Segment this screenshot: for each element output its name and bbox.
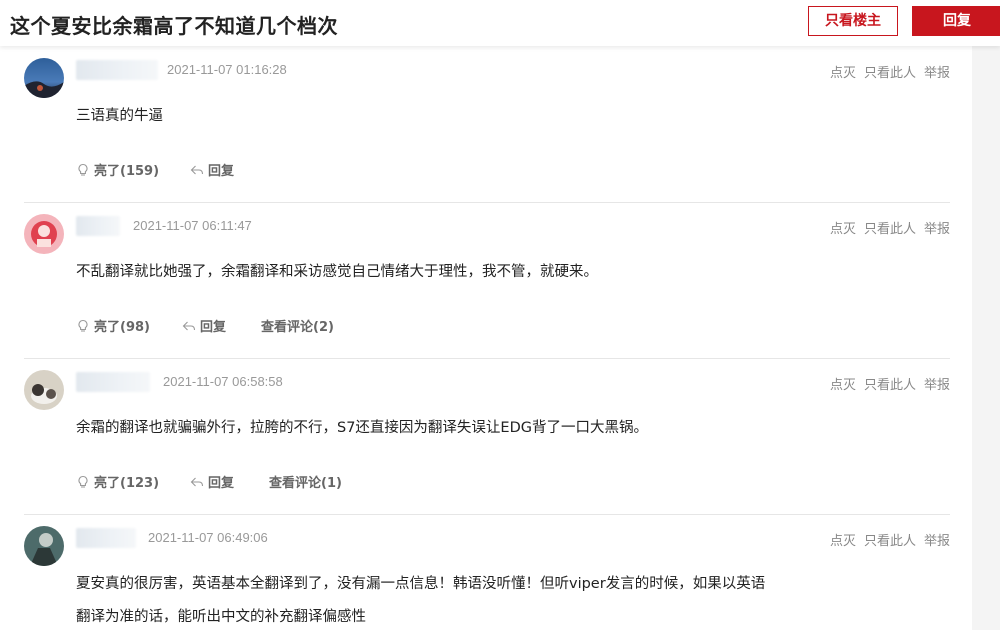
- reply-button[interactable]: 回复: [912, 6, 1000, 36]
- report-link[interactable]: 举报: [924, 534, 950, 549]
- reply-arrow-icon: [190, 477, 204, 487]
- post-content: 夏安真的很厉害，英语基本全翻译到了，没有漏一点信息！韩语没听懂！但听viper发…: [76, 568, 765, 630]
- thread-header: 这个夏安比余霜高了不知道几个档次 只看楼主 回复: [0, 0, 1000, 46]
- thread-title: 这个夏安比余霜高了不知道几个档次: [10, 14, 338, 38]
- username-redacted[interactable]: [76, 528, 136, 548]
- post-time: 2021-11-07 01:16:28: [167, 62, 287, 77]
- lightbulb-icon: [78, 163, 88, 176]
- post-content-line: 翻译为准的话，能听出中文的补充翻译偏感性: [76, 609, 366, 625]
- like-count: 亮了(98): [94, 320, 150, 335]
- post-actions: 点灭 只看此人 举报: [822, 374, 950, 393]
- post-time: 2021-11-07 06:58:58: [163, 374, 283, 389]
- lightbulb-icon: [78, 475, 88, 488]
- post-time: 2021-11-07 06:49:06: [148, 530, 268, 545]
- post-time: 2021-11-07 06:11:47: [133, 218, 252, 233]
- like-count: 亮了(159): [94, 164, 160, 179]
- post-actions: 点灭 只看此人 举报: [822, 62, 950, 81]
- post-divider: [24, 358, 950, 359]
- dislike-link[interactable]: 点灭: [830, 66, 856, 81]
- post-actions: 点灭 只看此人 举报: [822, 530, 950, 549]
- post-content: 余霜的翻译也就骗骗外行，拉胯的不行，S7还直接因为翻译失误让EDG背了一口大黑锅…: [76, 412, 648, 445]
- only-this-user-link[interactable]: 只看此人: [864, 534, 916, 549]
- post-actions: 点灭 只看此人 举报: [822, 218, 950, 237]
- like-count: 亮了(123): [94, 476, 160, 491]
- post-item: 2021-11-07 06:58:58 点灭 只看此人 举报 余霜的翻译也就骗骗外行…: [24, 370, 950, 515]
- reply-link[interactable]: 回复: [190, 472, 234, 491]
- dislike-link[interactable]: 点灭: [830, 378, 856, 393]
- post-content-line: 不乱翻译就比她强了，余霜翻译和采访感觉自己情绪大于理性，我不管，就硬来。: [76, 264, 598, 280]
- report-link[interactable]: 举报: [924, 66, 950, 81]
- avatar[interactable]: [24, 370, 64, 410]
- avatar[interactable]: [24, 58, 64, 98]
- view-comments-link[interactable]: 查看评论(2): [261, 316, 334, 335]
- reply-link[interactable]: 回复: [190, 160, 234, 179]
- only-this-user-link[interactable]: 只看此人: [864, 66, 916, 81]
- post-divider: [24, 514, 950, 515]
- post-item: 2021-11-07 06:49:06 点灭 只看此人 举报 夏安真的很厉害，英语基…: [24, 526, 950, 630]
- username-redacted[interactable]: [76, 216, 120, 236]
- dislike-link[interactable]: 点灭: [830, 222, 856, 237]
- report-link[interactable]: 举报: [924, 222, 950, 237]
- like-button[interactable]: 亮了(123): [76, 472, 159, 491]
- reply-arrow-icon: [182, 321, 196, 331]
- post-content-line: 三语真的牛逼: [76, 108, 163, 124]
- username-redacted[interactable]: [76, 372, 150, 392]
- avatar[interactable]: [24, 214, 64, 254]
- post-content: 不乱翻译就比她强了，余霜翻译和采访感觉自己情绪大于理性，我不管，就硬来。: [76, 256, 598, 289]
- post-divider: [24, 202, 950, 203]
- post-content-line: 夏安真的很厉害，英语基本全翻译到了，没有漏一点信息！韩语没听懂！但听viper发…: [76, 576, 766, 592]
- scrollbar-track[interactable]: [972, 46, 1000, 630]
- reply-label: 回复: [208, 476, 235, 491]
- report-link[interactable]: 举报: [924, 378, 950, 393]
- post-content-line: 余霜的翻译也就骗骗外行，拉胯的不行，S7还直接因为翻译失误让EDG背了一口大黑锅…: [76, 420, 648, 436]
- post-item: 2021-11-07 06:11:47 点灭 只看此人 举报 不乱翻译就比她强了，余…: [24, 214, 950, 359]
- like-button[interactable]: 亮了(98): [76, 316, 150, 335]
- dislike-link[interactable]: 点灭: [830, 534, 856, 549]
- view-comments-link[interactable]: 查看评论(1): [269, 472, 342, 491]
- only-this-user-link[interactable]: 只看此人: [864, 378, 916, 393]
- post-list: 2021-11-07 01:16:28 点灭 只看此人 举报 三语真的牛逼 亮了(1…: [0, 46, 972, 630]
- post-content: 三语真的牛逼: [76, 100, 163, 133]
- reply-arrow-icon: [190, 165, 204, 175]
- lightbulb-icon: [78, 319, 88, 332]
- post-item: 2021-11-07 01:16:28 点灭 只看此人 举报 三语真的牛逼 亮了(1…: [24, 58, 950, 203]
- reply-label: 回复: [200, 320, 227, 335]
- reply-label: 回复: [208, 164, 235, 179]
- only-op-button[interactable]: 只看楼主: [808, 6, 898, 36]
- reply-link[interactable]: 回复: [182, 316, 226, 335]
- avatar[interactable]: [24, 526, 64, 566]
- username-redacted[interactable]: [76, 60, 158, 80]
- like-button[interactable]: 亮了(159): [76, 160, 159, 179]
- only-this-user-link[interactable]: 只看此人: [864, 222, 916, 237]
